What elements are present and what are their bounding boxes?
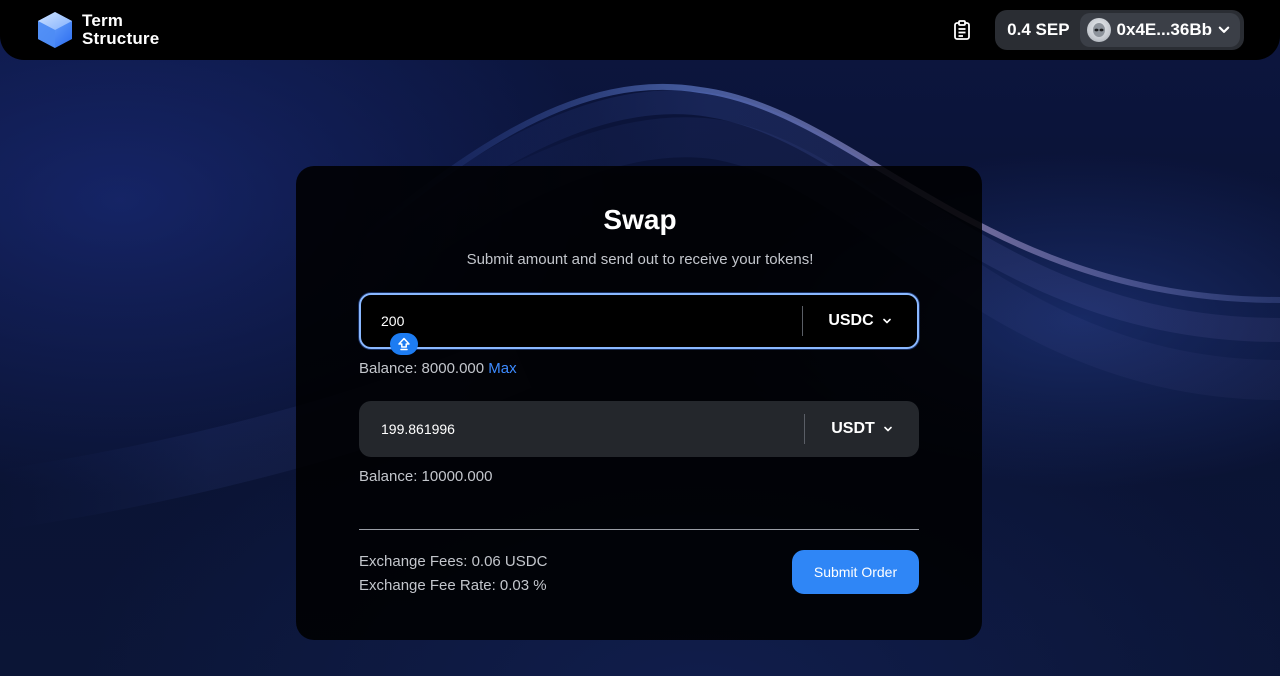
to-token-select[interactable]: USDT bbox=[805, 401, 919, 457]
from-token-label: USDC bbox=[828, 312, 874, 329]
exchange-fees: Exchange Fees: 0.06 USDC bbox=[359, 553, 548, 570]
to-amount-field: USDT bbox=[359, 401, 919, 457]
alien-avatar-icon bbox=[1086, 18, 1111, 42]
chevron-down-icon bbox=[883, 426, 892, 432]
chevron-down-icon bbox=[1218, 26, 1230, 33]
to-amount-input[interactable] bbox=[359, 401, 804, 457]
from-balance: Balance: 8000.000 Max bbox=[359, 360, 517, 377]
to-token-label: USDT bbox=[831, 420, 875, 437]
max-link[interactable]: Max bbox=[488, 360, 516, 377]
section-divider bbox=[359, 529, 919, 530]
header-actions: 0.4 SEP 0x4E...36Bb bbox=[951, 10, 1244, 50]
wallet-address-button[interactable]: 0x4E...36Bb bbox=[1079, 13, 1240, 47]
swap-title: Swap bbox=[603, 204, 677, 235]
brand-logo[interactable]: Term Structure bbox=[36, 10, 159, 50]
from-token-select[interactable]: USDC bbox=[803, 295, 917, 347]
wallet-balance: 0.4 SEP bbox=[1007, 20, 1070, 39]
top-header: Term Structure 0.4 SEP 0x4E...36Bb bbox=[0, 0, 1280, 60]
submit-order-button[interactable]: Submit Order bbox=[792, 550, 919, 594]
swap-direction-button[interactable] bbox=[390, 333, 418, 355]
from-balance-text: Balance: 8000.000 bbox=[359, 360, 485, 377]
wallet-address: 0x4E...36Bb bbox=[1116, 20, 1212, 39]
brand-name-line1: Term bbox=[82, 11, 124, 30]
brand-name: Term Structure bbox=[82, 12, 159, 48]
from-amount-input[interactable] bbox=[361, 295, 802, 347]
swap-direction-icon bbox=[398, 337, 410, 351]
to-balance: Balance: 10000.000 bbox=[359, 468, 493, 485]
exchange-fee-rate: Exchange Fee Rate: 0.03 % bbox=[359, 577, 547, 594]
account-pill: 0.4 SEP 0x4E...36Bb bbox=[995, 10, 1244, 50]
chevron-down-icon bbox=[882, 318, 891, 324]
term-structure-logo-icon bbox=[38, 12, 72, 48]
brand-name-line2: Structure bbox=[82, 29, 160, 48]
clipboard-list-icon[interactable] bbox=[951, 19, 973, 41]
from-amount-field: USDC bbox=[359, 293, 919, 349]
swap-subtitle: Submit amount and send out to receive yo… bbox=[466, 251, 814, 268]
